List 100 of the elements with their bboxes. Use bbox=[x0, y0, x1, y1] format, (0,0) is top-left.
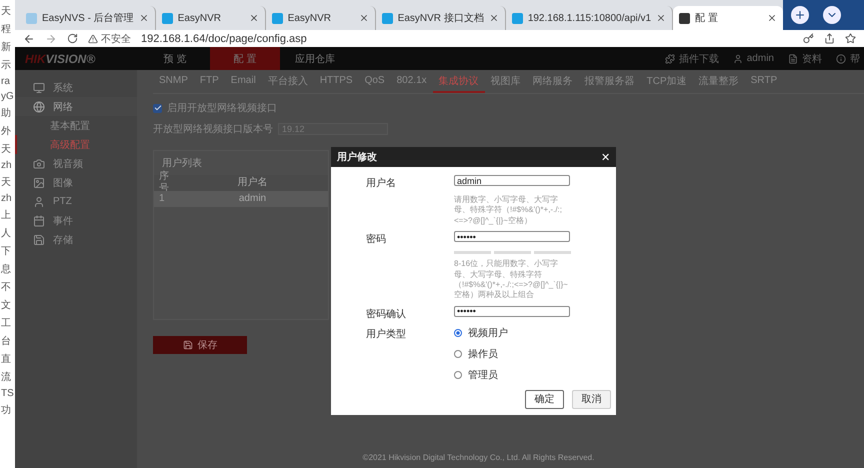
table-cell-text: admin bbox=[238, 193, 268, 205]
table-row[interactable]: 1 admin bbox=[154, 191, 328, 207]
close-button[interactable]: ✕ bbox=[601, 150, 610, 164]
checkbox[interactable] bbox=[153, 104, 162, 112]
save-button[interactable]: 保存 bbox=[153, 336, 247, 354]
key-icon[interactable] bbox=[803, 33, 814, 44]
radio-icon[interactable] bbox=[454, 370, 462, 379]
radio-option[interactable]: 管理员 bbox=[454, 368, 571, 382]
sub-tab[interactable]: 视图库 bbox=[484, 70, 527, 93]
sidebar-item[interactable]: PTZ bbox=[15, 192, 137, 211]
background-text: 下 bbox=[1, 245, 11, 258]
sub-tab[interactable]: 网络服务 bbox=[526, 70, 579, 93]
url-text[interactable]: 192.168.1.64/doc/page/config.asp bbox=[141, 32, 793, 44]
nav-tab[interactable]: 应用仓库 bbox=[280, 47, 350, 70]
field-label: 开放型网络视频接口版本号 bbox=[153, 122, 273, 136]
sidebar-item[interactable]: 系统 bbox=[15, 78, 137, 97]
background-text: TS bbox=[1, 388, 14, 399]
close-icon[interactable] bbox=[358, 13, 369, 23]
checkbox-label: 启用开放型网络视频接口 bbox=[167, 102, 277, 115]
background-text: 天 bbox=[1, 5, 11, 18]
confirm-password-field[interactable]: •••••• bbox=[454, 306, 570, 317]
monitor-icon bbox=[33, 82, 45, 94]
background-text: 不 bbox=[1, 281, 11, 294]
sub-tab[interactable]: FTP bbox=[194, 70, 225, 93]
field-label: 密码确认 bbox=[366, 308, 407, 321]
background-text: 新 bbox=[1, 40, 11, 54]
header-link[interactable]: admin bbox=[746, 53, 774, 64]
cancel-button[interactable]: 取消 bbox=[572, 390, 611, 409]
site-icon bbox=[382, 12, 393, 24]
puzzle-icon bbox=[664, 54, 675, 64]
nav-tab[interactable]: 预 览 bbox=[140, 47, 210, 70]
header-link[interactable]: 插件下载 bbox=[678, 52, 719, 66]
new-tab-button[interactable] bbox=[791, 6, 810, 24]
header-link[interactable]: 帮 bbox=[850, 52, 860, 66]
user-icon bbox=[732, 54, 743, 64]
background-text: 直 bbox=[1, 352, 11, 366]
sub-tab[interactable]: 报警服务器 bbox=[578, 70, 641, 93]
hint-text: 8-16位，只能用数字、小写字母、大写字母、特殊字符（!#$%&'()*+,-./:;<=>?@[]^_`{|}~空格）两种及以上组合 bbox=[454, 259, 569, 301]
background-text: 上 bbox=[1, 208, 11, 222]
person-icon bbox=[33, 196, 45, 208]
background-text: zh bbox=[1, 193, 12, 204]
sidebar-item[interactable]: 网络 bbox=[15, 97, 137, 116]
sidebar-item[interactable]: 存储 bbox=[15, 230, 137, 249]
background-text: 助 bbox=[1, 106, 11, 120]
ok-button[interactable]: 确定 bbox=[525, 390, 564, 409]
reload-icon[interactable] bbox=[67, 33, 78, 44]
background-text: ra bbox=[1, 76, 10, 87]
background-text: 天 bbox=[1, 143, 11, 156]
radio-icon[interactable] bbox=[454, 350, 462, 358]
site-icon bbox=[679, 12, 690, 24]
share-icon[interactable] bbox=[824, 33, 835, 44]
sub-tab[interactable]: SNMP bbox=[153, 70, 194, 93]
security-label: 不安全 bbox=[101, 32, 131, 46]
back-icon[interactable] bbox=[23, 32, 35, 44]
star-icon[interactable] bbox=[845, 33, 856, 44]
calendar-icon bbox=[33, 214, 45, 226]
background-text: 息 bbox=[1, 262, 11, 276]
field-label: 用户类型 bbox=[366, 328, 407, 341]
sidebar-subitem[interactable]: 高级配置 bbox=[15, 135, 137, 154]
background-text: 天 bbox=[1, 176, 11, 189]
sub-tab[interactable]: TCP加速 bbox=[640, 70, 693, 93]
nav-tab[interactable]: 配 置 bbox=[210, 47, 280, 70]
username-field[interactable]: admin bbox=[454, 175, 570, 186]
background-text: yG bbox=[1, 91, 14, 102]
background-text: 文 bbox=[1, 298, 11, 312]
close-icon[interactable] bbox=[488, 13, 499, 23]
background-text: 功 bbox=[1, 404, 11, 417]
site-icon bbox=[512, 12, 523, 24]
radio-option[interactable]: 操作员 bbox=[454, 346, 571, 361]
camera-icon bbox=[33, 158, 45, 170]
sub-tab[interactable]: SRTP bbox=[744, 70, 784, 93]
sidebar-item[interactable]: 事件 bbox=[15, 211, 137, 230]
browser-tab[interactable]: 配 置 bbox=[673, 6, 784, 30]
close-icon[interactable] bbox=[248, 13, 259, 23]
sidebar-item[interactable]: 图像 bbox=[15, 173, 137, 192]
radio-icon[interactable] bbox=[454, 328, 462, 337]
background-text: 台 bbox=[1, 334, 11, 348]
close-icon[interactable] bbox=[767, 13, 778, 23]
close-icon[interactable] bbox=[138, 13, 149, 23]
panel-title: 用户列表 bbox=[161, 156, 203, 170]
sidebar-item[interactable]: 视音频 bbox=[15, 154, 137, 173]
sub-tab[interactable]: Email bbox=[224, 70, 262, 93]
sub-tab[interactable]: HTTPS bbox=[314, 70, 359, 93]
header-link[interactable]: 资料 bbox=[802, 52, 822, 66]
field-label: 用户名 bbox=[366, 176, 397, 190]
radio-option[interactable]: 视频用户 bbox=[454, 326, 571, 340]
warning-icon bbox=[88, 34, 98, 44]
sub-tab[interactable]: 集成协议 bbox=[432, 70, 485, 93]
tab-list-button[interactable] bbox=[823, 6, 842, 24]
site-icon bbox=[272, 12, 283, 24]
sub-tab[interactable]: 平台接入 bbox=[262, 70, 314, 93]
close-icon[interactable] bbox=[656, 13, 666, 23]
sidebar-subitem[interactable]: 基本配置 bbox=[15, 116, 137, 135]
info-icon bbox=[836, 54, 846, 64]
background-text: 流 bbox=[1, 370, 11, 384]
sub-tab[interactable]: 802.1x bbox=[390, 70, 433, 93]
sub-tab[interactable]: 流量整形 bbox=[692, 70, 745, 93]
password-field[interactable]: •••••• bbox=[454, 231, 570, 242]
sub-tab[interactable]: QoS bbox=[358, 70, 391, 93]
globe-icon bbox=[33, 100, 45, 112]
